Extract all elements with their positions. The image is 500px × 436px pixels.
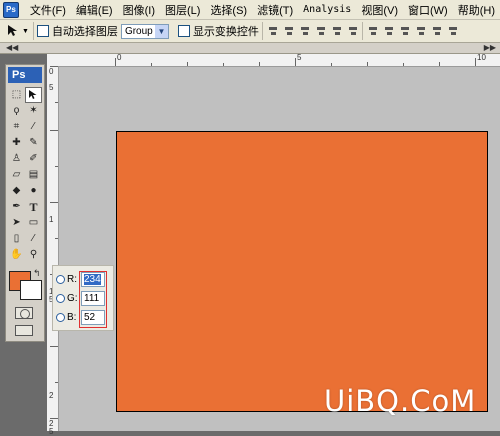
menu-bar: Ps 文件(F) 编辑(E) 图像(I) 图层(L) 选择(S) 滤镜(T) A… [0, 0, 500, 20]
type-tool-icon[interactable]: T [25, 199, 42, 215]
path-selection-tool-icon[interactable]: ➤ [8, 215, 25, 231]
tool-preset-picker[interactable]: ▼ [0, 22, 34, 40]
align-top-edges-icon[interactable] [267, 26, 279, 37]
dodge-tool-icon[interactable]: ● [25, 183, 42, 199]
photoshop-app-icon[interactable]: Ps [3, 1, 19, 18]
options-bar: ▼ 自动选择图层 Group ▼ 显示变换控件 [0, 20, 500, 43]
chevron-down-icon: ▼ [22, 27, 29, 35]
ruler-label: 0 [117, 53, 122, 62]
screen-mode-button[interactable] [15, 325, 33, 336]
distribute-hcenter-icon[interactable] [431, 26, 443, 37]
blue-radio[interactable] [56, 313, 65, 322]
auto-select-option[interactable]: 自动选择图层 [36, 23, 118, 39]
swap-colors-icon[interactable]: ↰ [33, 268, 41, 279]
align-vertical-centers-icon[interactable] [283, 26, 295, 37]
shape-tool-icon[interactable]: ▭ [25, 215, 42, 231]
crop-tool-icon[interactable]: ⌗ [8, 119, 25, 135]
menu-file[interactable]: 文件(F) [25, 2, 71, 18]
auto-select-checkbox[interactable] [36, 25, 49, 37]
blur-tool-icon[interactable]: ◆ [8, 183, 25, 199]
eyedropper-tool-icon[interactable]: ⁄ [25, 231, 42, 247]
eraser-tool-icon[interactable]: ▱ [8, 167, 25, 183]
chevron-down-icon: ▼ [154, 24, 168, 38]
watermark-text: UiBQ.CoM [324, 384, 477, 418]
move-tool-icon [8, 25, 17, 36]
menu-view[interactable]: 视图(V) [356, 2, 403, 18]
blue-row: B: [56, 312, 76, 323]
history-brush-tool-icon[interactable]: ✐ [25, 151, 42, 167]
ruler-label: 2 [49, 391, 54, 400]
slice-tool-icon[interactable]: ⁄ [25, 119, 42, 135]
distribute-left-icon[interactable] [415, 26, 427, 37]
brush-tool-icon[interactable]: ✎ [25, 135, 42, 151]
menu-help[interactable]: 帮助(H) [453, 2, 500, 18]
menu-edit[interactable]: 编辑(E) [71, 2, 118, 18]
align-bottom-edges-icon[interactable] [299, 26, 311, 37]
highlight-outline [79, 271, 107, 328]
ps-logo[interactable]: Ps [8, 67, 42, 83]
ruler-ticks-h [115, 58, 476, 66]
ruler-label: 1 [49, 215, 54, 224]
auto-select-value: Group [124, 25, 153, 37]
menu-image[interactable]: 图像(I) [118, 2, 160, 18]
tools-panel: Ps ⬚ ϙ ✶ ⌗ ⁄ ✚ ✎ ♙ ✐ ▱ ▤ ◆ ● ✒ T ➤ ▭ ▯ ⁄… [5, 64, 45, 342]
healing-brush-tool-icon[interactable]: ✚ [8, 135, 25, 151]
align-right-edges-icon[interactable] [347, 26, 359, 37]
menu-layer[interactable]: 图层(L) [160, 2, 205, 18]
red-row: R: [56, 274, 77, 285]
rgb-values-panel: R: 234 G: 111 B: 52 [52, 265, 114, 331]
horizontal-ruler[interactable]: 0 5 10 [58, 54, 500, 67]
move-tool-icon[interactable] [25, 87, 42, 103]
menu-select[interactable]: 选择(S) [205, 2, 252, 18]
canvas-workspace[interactable] [59, 67, 500, 431]
lasso-tool-icon[interactable]: ϙ [8, 103, 25, 119]
align-buttons [261, 22, 359, 40]
red-radio[interactable] [56, 275, 65, 284]
green-row: G: [56, 293, 78, 304]
menu-filter[interactable]: 滤镜(T) [252, 2, 298, 18]
show-transform-label: 显示变换控件 [192, 26, 259, 38]
magic-wand-tool-icon[interactable]: ✶ [25, 103, 42, 119]
panel-collapse-strip: ◀◀ ▶▶ [0, 43, 500, 54]
distribute-buttons [361, 22, 459, 40]
ruler-label: 2 5 [49, 419, 54, 436]
menu-analysis[interactable]: Analysis [298, 4, 356, 15]
expand-arrows-icon[interactable]: ▶▶ [484, 43, 496, 53]
ruler-ticks-v [50, 66, 58, 419]
green-label: G: [67, 293, 78, 304]
align-horizontal-centers-icon[interactable] [331, 26, 343, 37]
distribute-top-icon[interactable] [367, 26, 379, 37]
marquee-tool-icon[interactable]: ⬚ [8, 87, 25, 103]
zoom-tool-icon[interactable]: ⚲ [25, 247, 42, 263]
collapse-arrows-icon[interactable]: ◀◀ [6, 43, 18, 53]
document-canvas[interactable] [116, 131, 488, 412]
auto-select-dropdown[interactable]: Group ▼ [120, 23, 169, 39]
red-label: R: [67, 274, 77, 285]
pen-tool-icon[interactable]: ✒ [8, 199, 25, 215]
menu-window[interactable]: 窗口(W) [403, 2, 453, 18]
move-arrow-icon [28, 90, 36, 99]
quick-mask-button[interactable] [15, 307, 33, 319]
ruler-label: 5 [297, 53, 302, 62]
hand-tool-icon[interactable]: ✋ [8, 247, 25, 263]
ruler-label: 5 [49, 83, 54, 92]
ruler-label: 0 [49, 67, 54, 76]
green-radio[interactable] [56, 294, 65, 303]
tool-grid: ⬚ ϙ ✶ ⌗ ⁄ ✚ ✎ ♙ ✐ ▱ ▤ ◆ ● ✒ T ➤ ▭ ▯ ⁄ ✋ … [8, 87, 42, 263]
distribute-bottom-icon[interactable] [399, 26, 411, 37]
vertical-ruler[interactable]: 0 5 1 1 5 2 2 5 [47, 66, 59, 436]
background-color-swatch[interactable] [20, 280, 42, 300]
blue-label: B: [67, 312, 77, 323]
distribute-right-icon[interactable] [447, 26, 459, 37]
distribute-vcenter-icon[interactable] [383, 26, 395, 37]
notes-tool-icon[interactable]: ▯ [8, 231, 25, 247]
clone-stamp-tool-icon[interactable]: ♙ [8, 151, 25, 167]
show-transform-option[interactable]: 显示变换控件 [177, 23, 259, 39]
gradient-tool-icon[interactable]: ▤ [25, 167, 42, 183]
show-transform-checkbox[interactable] [177, 25, 190, 37]
ruler-label: 10 [477, 53, 486, 62]
align-left-edges-icon[interactable] [315, 26, 327, 37]
auto-select-label: 自动选择图层 [51, 26, 118, 38]
